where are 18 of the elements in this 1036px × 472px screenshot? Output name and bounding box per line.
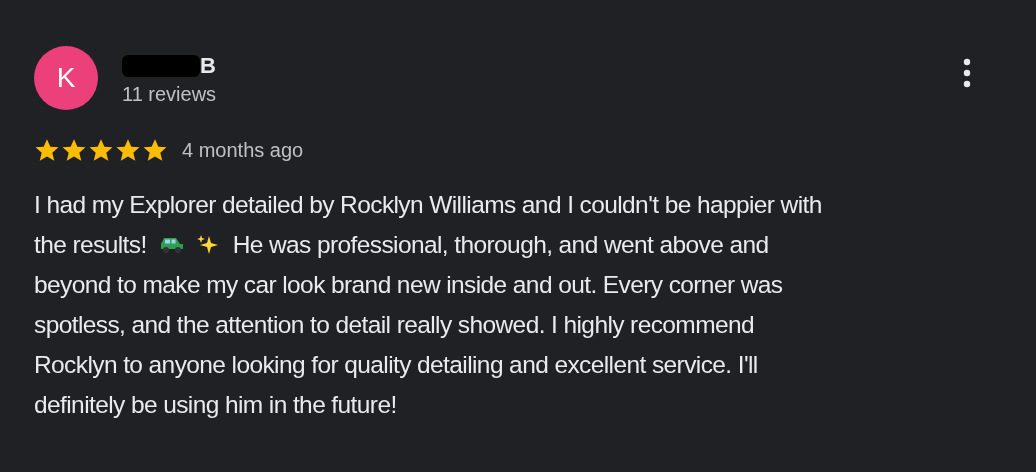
review-time: 4 months ago bbox=[182, 139, 304, 162]
more-options-icon[interactable] bbox=[963, 58, 971, 88]
reviewer-name[interactable]: B bbox=[200, 52, 216, 79]
car-icon bbox=[158, 236, 185, 254]
review-text: I had my Explorer detailed by Rocklyn Williams and I couldn't be happier with bbox=[34, 190, 822, 220]
star-icon bbox=[142, 138, 168, 163]
star-icon bbox=[88, 138, 114, 163]
review-text: definitely be using him in the future! bbox=[34, 390, 397, 420]
review-text: spotless, and the attention to detail really showed. I highly recommend bbox=[34, 310, 755, 340]
star-icon bbox=[61, 138, 87, 163]
review-text: beyond to make my car look brand new inside and out. Every corner was bbox=[34, 270, 783, 300]
review-text: He was professional, thorough, and went above and bbox=[232, 230, 769, 260]
star-icon bbox=[115, 138, 141, 163]
review-text: the results! bbox=[34, 230, 147, 260]
review-text: Rocklyn to anyone looking for quality detailing and excellent service. I'll bbox=[34, 350, 758, 380]
star-icon bbox=[34, 138, 60, 163]
avatar: K bbox=[34, 46, 98, 110]
review-count: 11 reviews bbox=[122, 82, 218, 106]
